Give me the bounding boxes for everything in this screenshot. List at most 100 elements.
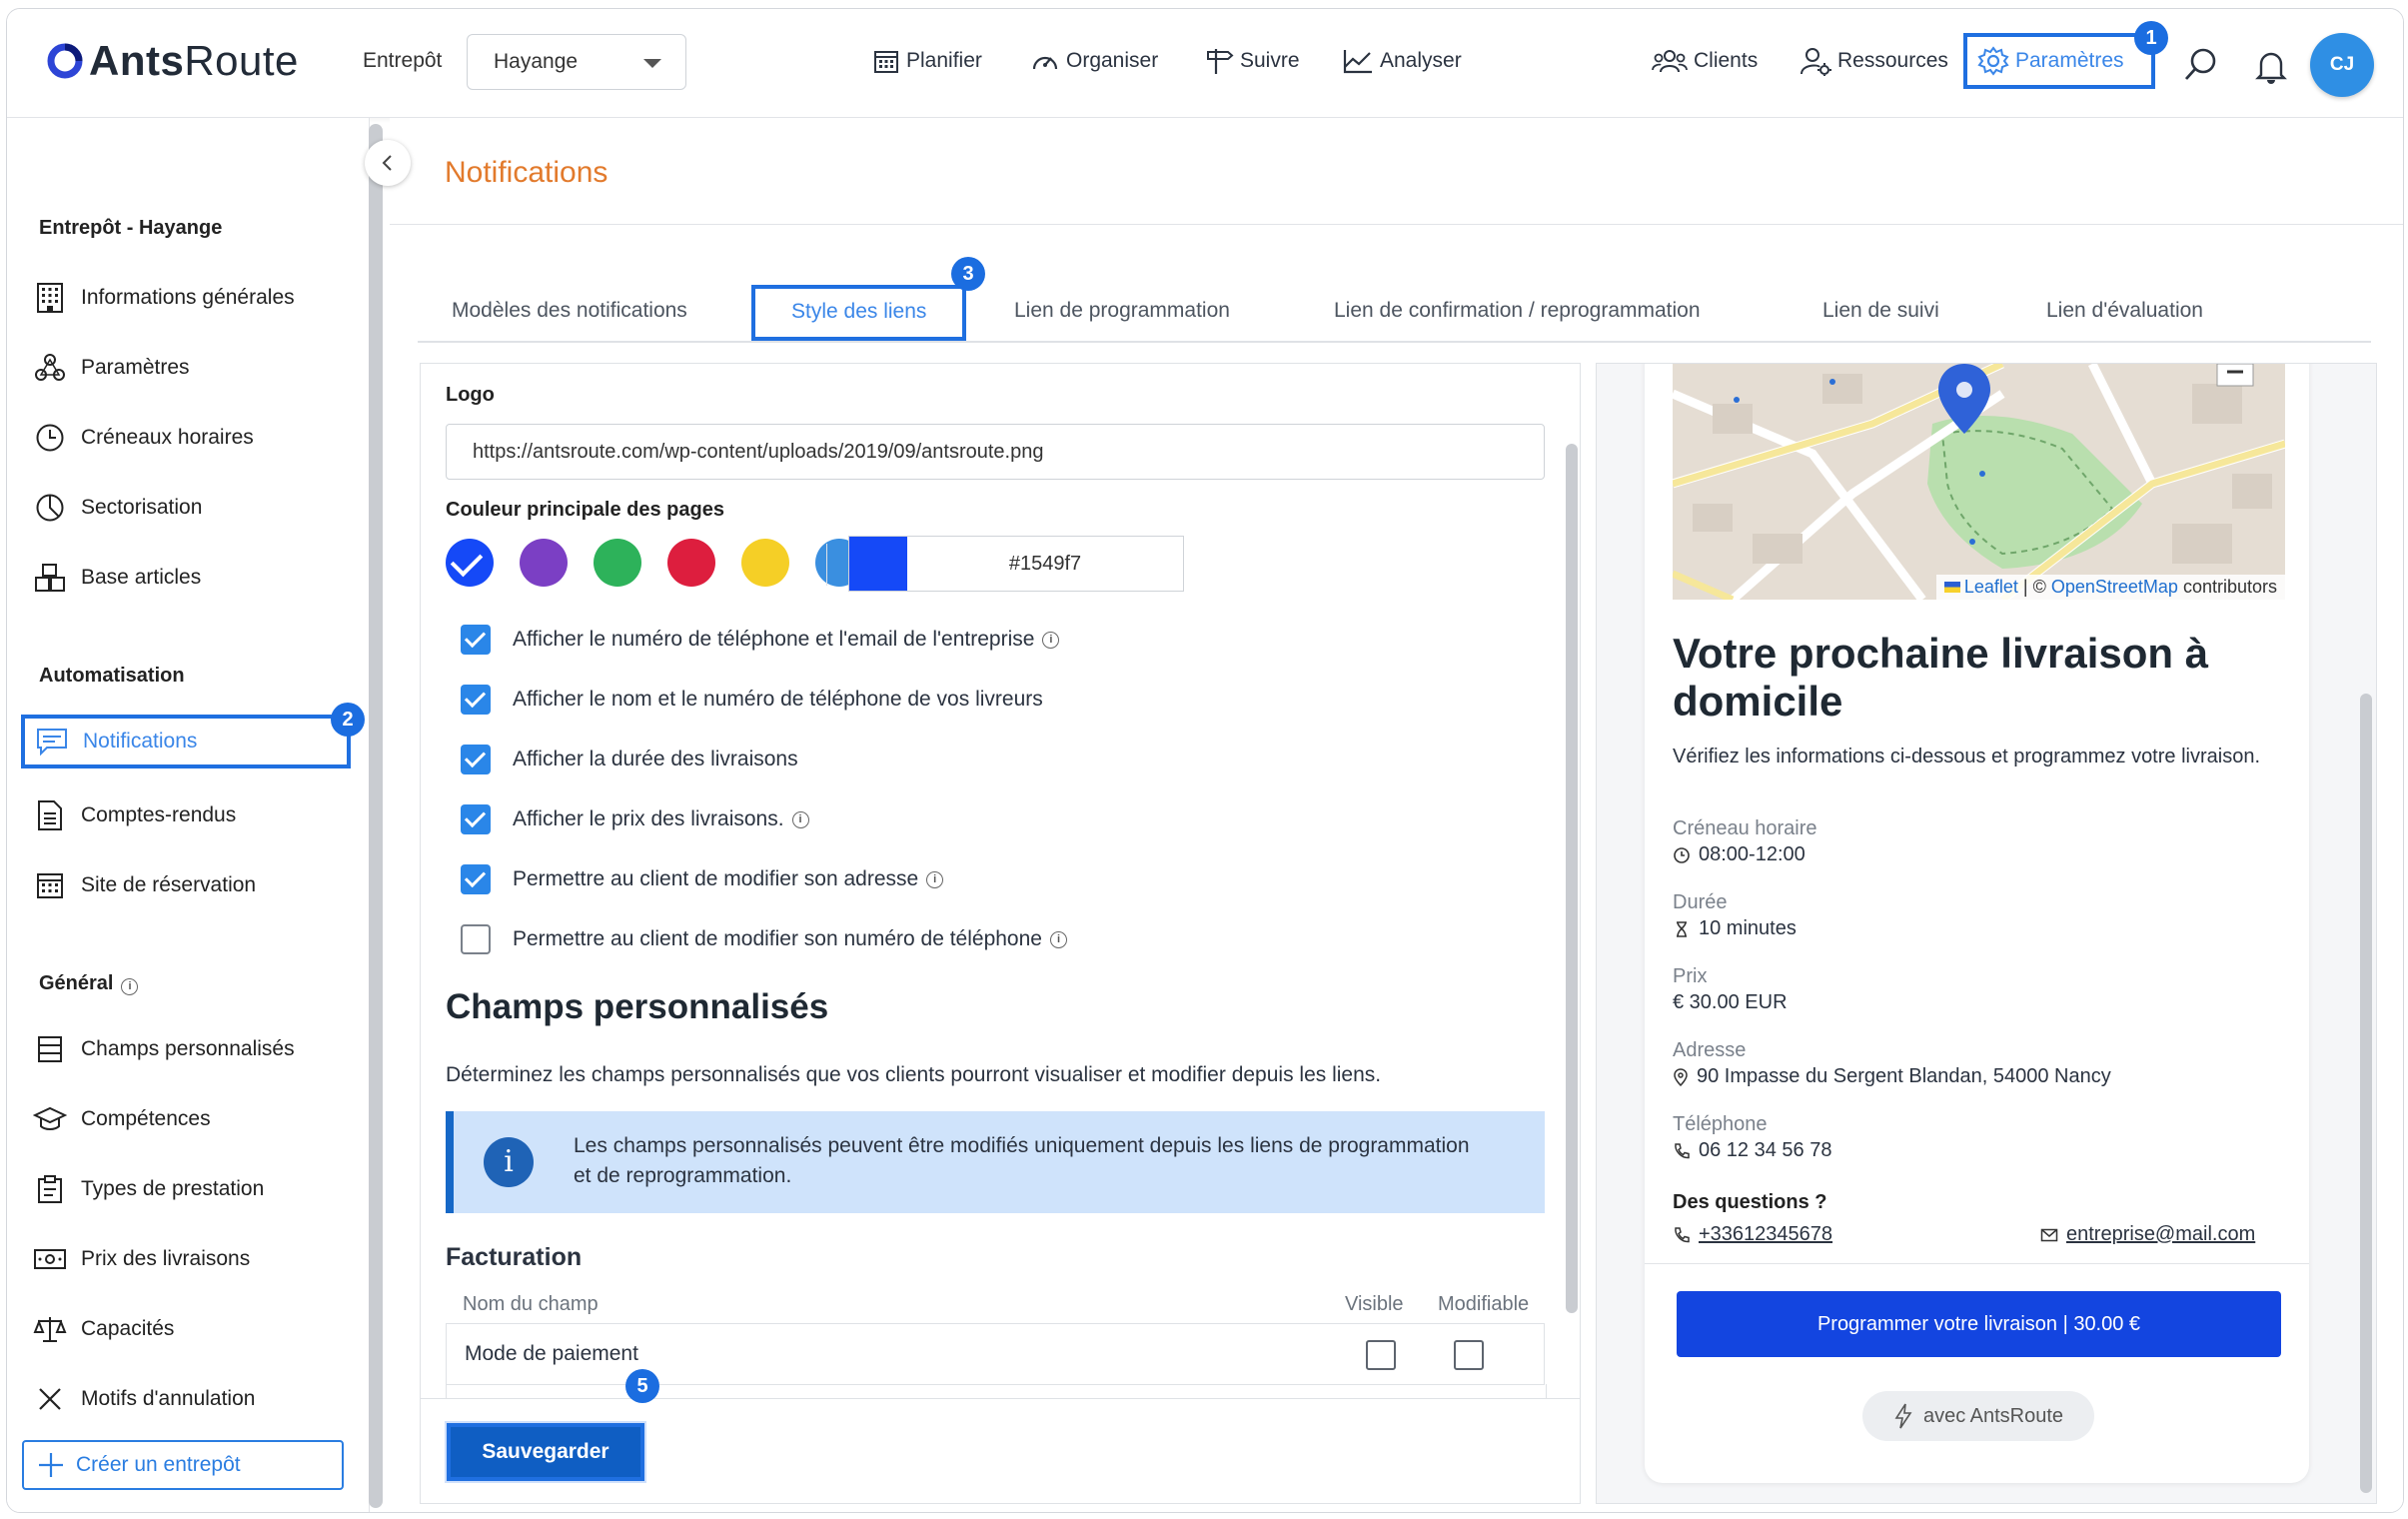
sidebar-item-site-de-reservation[interactable]: Site de réservation <box>33 865 256 905</box>
sidebar-scrollbar[interactable] <box>369 124 383 1508</box>
gear-icon <box>1977 46 2009 76</box>
schedule-delivery-button[interactable]: Programmer votre livraison | 30.00 € <box>1677 1291 2281 1357</box>
tab-lien-de-programmation[interactable]: Lien de programmation <box>1014 285 1230 341</box>
selected-color-chip[interactable] <box>849 537 907 591</box>
swatch-red[interactable] <box>667 539 715 587</box>
option-row[interactable]: Afficher le nom et le numéro de téléphon… <box>461 680 1043 720</box>
option-checkbox[interactable] <box>461 745 491 774</box>
swatch-green[interactable] <box>594 539 641 587</box>
users-icon <box>1652 50 1688 73</box>
sidebar: Entrepôt - Hayange Informations générale… <box>7 118 370 1512</box>
option-row[interactable]: Afficher le numéro de téléphone et l'ema… <box>461 620 1060 660</box>
form-scrollbar[interactable] <box>1566 444 1578 1313</box>
hex-color-value: #1549f7 <box>1008 553 1082 575</box>
sidebar-item-label: Types de prestation <box>81 1177 265 1200</box>
column-header-visible: Visible <box>1345 1293 1404 1315</box>
swatch-blue[interactable] <box>446 539 494 587</box>
nav-suivre[interactable]: Suivre <box>1204 37 1300 85</box>
tab-lien-de-confirmation[interactable]: Lien de confirmation / reprogrammation <box>1334 285 1701 341</box>
contact-phone-link[interactable]: +33612345678 <box>1673 1223 1832 1246</box>
user-avatar[interactable]: CJ <box>2310 33 2374 97</box>
sidebar-item-notifications[interactable]: Notifications <box>21 715 351 768</box>
option-row[interactable]: Afficher le prix des livraisons. i <box>461 799 809 839</box>
rows-icon <box>33 1032 67 1066</box>
logo-mark-icon <box>47 43 83 79</box>
hex-color-input[interactable]: #1549f7 <box>848 536 1184 592</box>
phone-value: 06 12 34 56 78 <box>1673 1139 1831 1162</box>
nav-ressources[interactable]: Ressources <box>1800 37 1948 85</box>
option-checkbox[interactable] <box>461 924 491 954</box>
form-footer: Sauvegarder <box>421 1398 1580 1503</box>
sidebar-item-informations-generales[interactable]: Informations générales <box>33 278 295 318</box>
leaflet-link[interactable]: Leaflet <box>1964 577 2018 597</box>
warehouse-select[interactable]: Hayange <box>467 34 686 90</box>
option-checkbox[interactable] <box>461 804 491 834</box>
nav-parametres[interactable]: Paramètres <box>1963 33 2155 89</box>
tab-modeles-des-notifications[interactable]: Modèles des notifications <box>452 285 687 341</box>
sidebar-item-motifs-d-annulation[interactable]: Motifs d'annulation <box>33 1379 255 1419</box>
collapse-sidebar-button[interactable] <box>365 140 411 186</box>
tabs-bar: Modèles des notifications Style des lien… <box>418 285 2371 343</box>
top-navbar: AntsRoute Entrepôt Hayange Planifier Org… <box>7 9 2403 118</box>
nav-ressources-label: Ressources <box>1837 49 1948 72</box>
preview-title: Votre prochaine livraison à domicile <box>1673 630 2209 725</box>
editable-checkbox[interactable] <box>1454 1340 1484 1370</box>
info-icon[interactable]: i <box>791 810 809 828</box>
sidebar-item-sectorisation[interactable]: Sectorisation <box>33 488 202 528</box>
address-value: 90 Impasse du Sergent Blandan, 54000 Nan… <box>1673 1065 2111 1088</box>
powered-by-badge[interactable]: avec AntsRoute <box>1862 1391 2094 1441</box>
tab-lien-d-evaluation[interactable]: Lien d'évaluation <box>2046 285 2203 341</box>
delivery-map[interactable]: Leaflet | © OpenStreetMap contributors <box>1673 364 2285 600</box>
create-warehouse-button[interactable]: Créer un entrepôt <box>22 1440 344 1490</box>
swatch-purple[interactable] <box>520 539 568 587</box>
table-row: Mode de paiement <box>446 1323 1545 1385</box>
antsroute-logo[interactable]: AntsRoute <box>45 37 299 85</box>
sidebar-item-parametres[interactable]: Paramètres <box>33 348 190 388</box>
nav-organiser[interactable]: Organiser <box>1030 37 1158 85</box>
sidebar-item-label: Informations générales <box>81 286 295 309</box>
nav-organiser-label: Organiser <box>1066 49 1159 72</box>
visible-checkbox[interactable] <box>1366 1340 1396 1370</box>
contact-email-link[interactable]: entreprise@mail.com <box>2040 1223 2255 1246</box>
chevron-left-icon <box>382 155 392 171</box>
plus-icon <box>39 1453 63 1477</box>
sidebar-item-competences[interactable]: Compétences <box>33 1099 211 1139</box>
phone-value-text: 06 12 34 56 78 <box>1699 1139 1832 1161</box>
bell-icon[interactable] <box>2255 49 2287 85</box>
sidebar-item-comptes-rendus[interactable]: Comptes-rendus <box>33 795 236 835</box>
info-icon[interactable]: i <box>926 870 944 888</box>
sidebar-item-base-articles[interactable]: Base articles <box>33 558 201 598</box>
sidebar-item-creneaux-horaires[interactable]: Créneaux horaires <box>33 418 254 458</box>
info-icon[interactable]: i <box>121 978 139 995</box>
main-area: Notifications Modèles des notifications … <box>390 118 2403 1512</box>
sidebar-item-prix-des-livraisons[interactable]: Prix des livraisons <box>33 1239 250 1279</box>
osm-link[interactable]: OpenStreetMap <box>2051 577 2178 597</box>
option-row[interactable]: Permettre au client de modifier son numé… <box>461 919 1067 959</box>
sidebar-item-champs-personnalises[interactable]: Champs personnalisés <box>33 1029 295 1069</box>
billing-section-title: Facturation <box>446 1243 583 1271</box>
tab-style-des-liens[interactable]: Style des liens <box>751 285 967 341</box>
duration-value-text: 10 minutes <box>1699 917 1797 939</box>
search-icon[interactable] <box>2183 47 2219 83</box>
info-icon[interactable]: i <box>1049 930 1067 948</box>
nav-analyser[interactable]: Analyser <box>1342 37 1462 85</box>
field-name: Mode de paiement <box>465 1342 638 1365</box>
nav-clients[interactable]: Clients <box>1652 37 1758 85</box>
sidebar-item-capacites[interactable]: Capacités <box>33 1309 174 1349</box>
info-icon[interactable]: i <box>1042 631 1060 649</box>
info-alert-text: Les champs personnalisés peuvent être mo… <box>574 1134 1470 1187</box>
swatch-yellow[interactable] <box>741 539 789 587</box>
option-checkbox[interactable] <box>461 625 491 655</box>
option-checkbox[interactable] <box>461 685 491 715</box>
save-button[interactable]: Sauvegarder <box>447 1423 644 1481</box>
preview-scrollbar[interactable] <box>2360 694 2372 1493</box>
option-row[interactable]: Permettre au client de modifier son adre… <box>461 859 944 899</box>
sidebar-item-label: Comptes-rendus <box>81 803 237 826</box>
option-checkbox[interactable] <box>461 864 491 894</box>
nav-planifier[interactable]: Planifier <box>872 37 982 85</box>
tab-lien-de-suivi[interactable]: Lien de suivi <box>1822 285 1939 341</box>
option-row[interactable]: Afficher la durée des livraisons <box>461 740 798 779</box>
sidebar-item-types-de-prestation[interactable]: Types de prestation <box>33 1169 264 1209</box>
phone-icon <box>1675 1142 1690 1158</box>
logo-url-input[interactable]: https://antsroute.com/wp-content/uploads… <box>446 424 1545 480</box>
